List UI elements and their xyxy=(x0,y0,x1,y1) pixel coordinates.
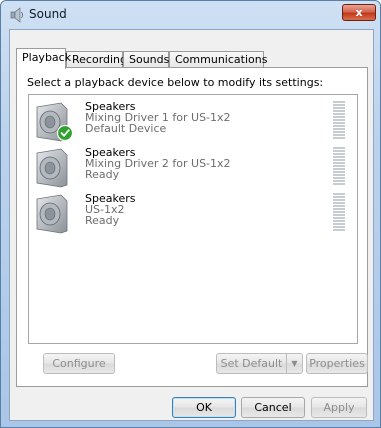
speaker-icon xyxy=(10,7,23,23)
device-status: Default Device xyxy=(85,122,167,135)
tab-playback[interactable]: Playback xyxy=(16,48,71,69)
set-default-button[interactable]: Set Default ▼ xyxy=(216,353,303,374)
window-title: Sound xyxy=(29,7,67,21)
device-list[interactable]: Speakers Mixing Driver 1 for US-1x2 Defa… xyxy=(28,94,358,344)
device-status: Ready xyxy=(85,168,120,181)
apply-label: Apply xyxy=(323,401,355,414)
tab-label: Playback xyxy=(22,51,72,64)
device-status: Ready xyxy=(85,214,120,227)
properties-label: Properties xyxy=(309,357,365,370)
speaker-device-icon xyxy=(36,148,68,188)
tab-label: Communications xyxy=(175,53,268,66)
configure-button[interactable]: Configure xyxy=(43,353,115,374)
device-item[interactable]: Speakers Mixing Driver 2 for US-1x2 Read… xyxy=(29,145,357,191)
sound-window: Sound x Playback Recording Sounds Commun… xyxy=(0,0,381,428)
volume-level-meter xyxy=(333,147,345,187)
properties-button[interactable]: Properties xyxy=(306,353,368,374)
playback-panel: Select a playback device below to modify… xyxy=(16,67,368,387)
speaker-device-icon xyxy=(36,102,74,142)
device-item[interactable]: Speakers Mixing Driver 1 for US-1x2 Defa… xyxy=(29,99,357,145)
ok-button[interactable]: OK xyxy=(172,397,236,418)
configure-label: Configure xyxy=(52,357,106,370)
apply-button[interactable]: Apply xyxy=(311,397,367,418)
ok-label: OK xyxy=(196,401,212,414)
title-bar[interactable]: Sound x xyxy=(1,1,381,29)
tab-recording[interactable]: Recording xyxy=(66,51,127,68)
volume-level-meter xyxy=(333,193,345,233)
tab-label: Sounds xyxy=(129,53,170,66)
device-item[interactable]: Speakers US-1x2 Ready xyxy=(29,191,357,237)
close-icon: x xyxy=(355,6,363,19)
tab-label: Recording xyxy=(72,53,128,66)
client-area: Playback Recording Sounds Communications… xyxy=(9,29,374,421)
cancel-button[interactable]: Cancel xyxy=(241,397,305,418)
volume-level-meter xyxy=(333,101,345,141)
instruction-text: Select a playback device below to modify… xyxy=(27,76,324,89)
cancel-label: Cancel xyxy=(254,401,292,414)
check-icon xyxy=(56,124,74,142)
chevron-down-icon[interactable]: ▼ xyxy=(286,354,302,373)
close-button[interactable]: x xyxy=(342,4,376,21)
tab-sounds[interactable]: Sounds xyxy=(123,51,169,68)
speaker-device-icon xyxy=(36,194,68,234)
tab-communications[interactable]: Communications xyxy=(169,51,268,68)
set-default-label: Set Default xyxy=(220,357,283,370)
